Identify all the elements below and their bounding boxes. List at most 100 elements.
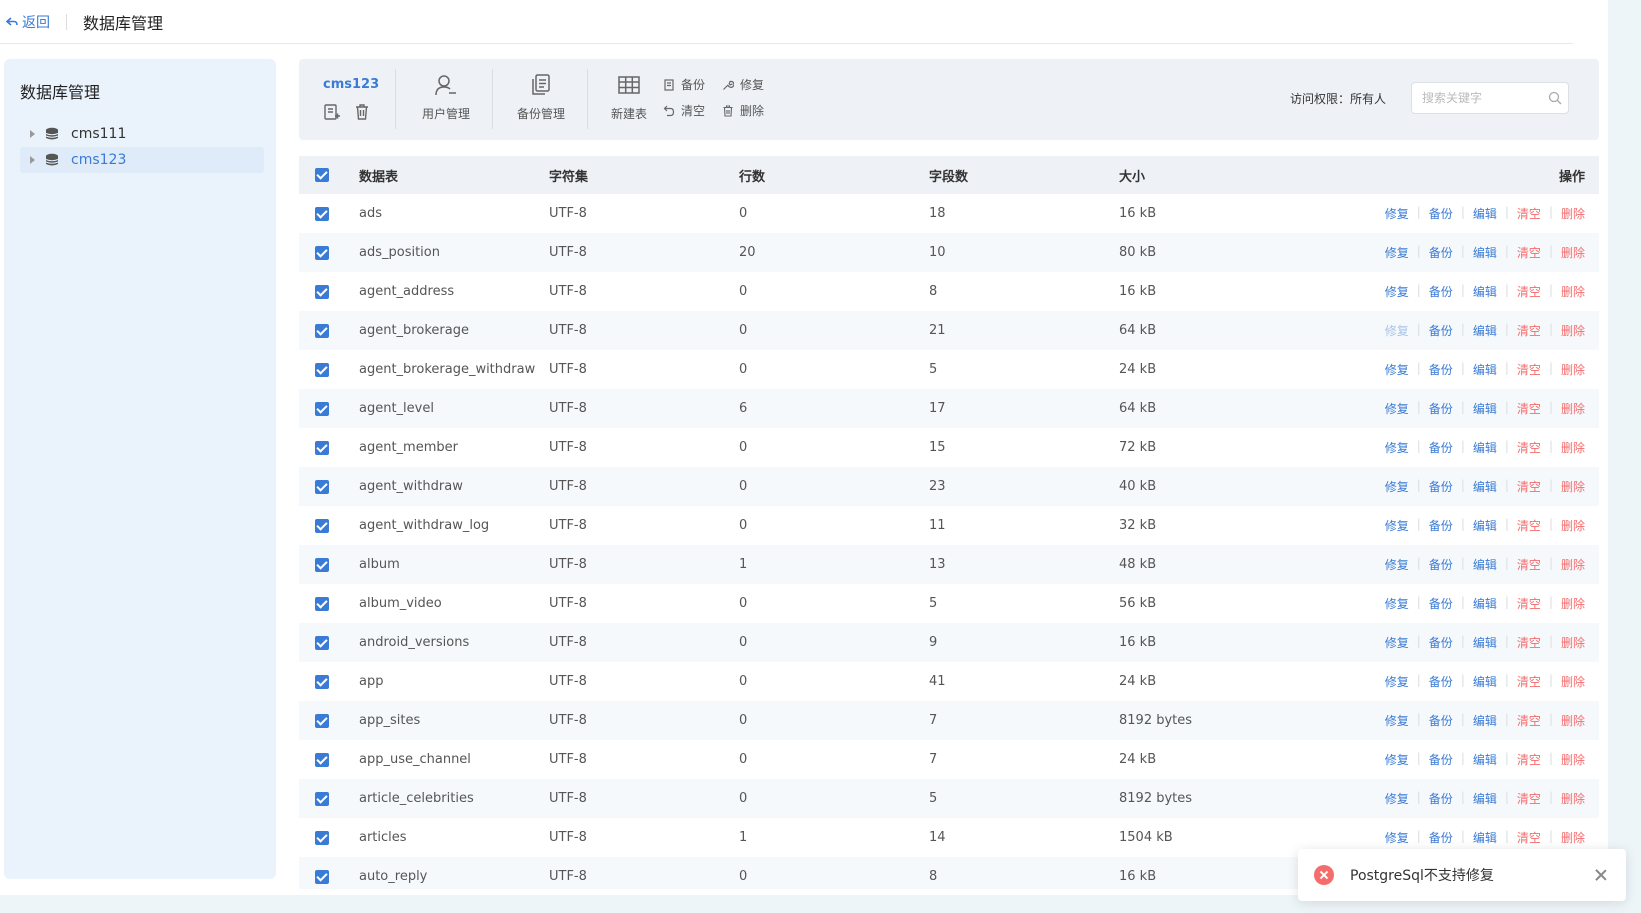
edit-link[interactable]: 编辑 — [1473, 790, 1497, 807]
clear-link[interactable]: 清空 — [1517, 478, 1541, 495]
expand-arrow-icon[interactable] — [30, 130, 35, 138]
clear-link[interactable]: 清空 — [1517, 673, 1541, 690]
backup-button[interactable]: 备份 — [663, 76, 705, 93]
clear-link[interactable]: 清空 — [1517, 790, 1541, 807]
backup-link[interactable]: 备份 — [1429, 595, 1453, 612]
row-checkbox[interactable] — [315, 713, 329, 728]
delete-link[interactable]: 删除 — [1561, 751, 1585, 768]
trash-icon[interactable] — [353, 103, 371, 121]
delete-link[interactable]: 删除 — [1561, 205, 1585, 222]
row-checkbox[interactable] — [315, 596, 329, 611]
delete-link[interactable]: 删除 — [1561, 673, 1585, 690]
row-checkbox[interactable] — [315, 674, 329, 689]
repair-link[interactable]: 修复 — [1385, 244, 1409, 261]
row-checkbox[interactable] — [315, 401, 329, 416]
delete-link[interactable]: 删除 — [1561, 790, 1585, 807]
clear-link[interactable]: 清空 — [1517, 361, 1541, 378]
clear-link[interactable]: 清空 — [1517, 829, 1541, 846]
row-checkbox[interactable] — [315, 245, 329, 260]
backup-link[interactable]: 备份 — [1429, 517, 1453, 534]
edit-link[interactable]: 编辑 — [1473, 400, 1497, 417]
delete-link[interactable]: 删除 — [1561, 712, 1585, 729]
backup-link[interactable]: 备份 — [1429, 244, 1453, 261]
repair-link[interactable]: 修复 — [1385, 790, 1409, 807]
edit-link[interactable]: 编辑 — [1473, 205, 1497, 222]
tree-item-cms123[interactable]: cms123 — [20, 147, 264, 173]
select-all-checkbox[interactable] — [315, 168, 329, 182]
add-table-icon[interactable] — [323, 103, 341, 121]
repair-link[interactable]: 修复 — [1385, 205, 1409, 222]
clear-link[interactable]: 清空 — [1517, 556, 1541, 573]
row-checkbox[interactable] — [315, 752, 329, 767]
backup-link[interactable]: 备份 — [1429, 400, 1453, 417]
edit-link[interactable]: 编辑 — [1473, 361, 1497, 378]
delete-link[interactable]: 删除 — [1561, 244, 1585, 261]
user-management-button[interactable]: 用户管理 — [422, 73, 470, 122]
back-button[interactable]: 返回 — [6, 12, 50, 32]
new-table-button[interactable]: 新建表 — [611, 73, 647, 122]
edit-link[interactable]: 编辑 — [1473, 751, 1497, 768]
row-checkbox[interactable] — [315, 323, 329, 338]
backup-link[interactable]: 备份 — [1429, 361, 1453, 378]
clear-link[interactable]: 清空 — [1517, 205, 1541, 222]
delete-link[interactable]: 删除 — [1561, 595, 1585, 612]
edit-link[interactable]: 编辑 — [1473, 829, 1497, 846]
clear-button[interactable]: 清空 — [663, 102, 705, 119]
delete-button[interactable]: 删除 — [722, 102, 764, 119]
edit-link[interactable]: 编辑 — [1473, 673, 1497, 690]
edit-link[interactable]: 编辑 — [1473, 595, 1497, 612]
row-checkbox[interactable] — [315, 557, 329, 572]
clear-link[interactable]: 清空 — [1517, 400, 1541, 417]
backup-link[interactable]: 备份 — [1429, 205, 1453, 222]
delete-link[interactable]: 删除 — [1561, 283, 1585, 300]
backup-link[interactable]: 备份 — [1429, 829, 1453, 846]
row-checkbox[interactable] — [315, 206, 329, 221]
clear-link[interactable]: 清空 — [1517, 283, 1541, 300]
backup-link[interactable]: 备份 — [1429, 322, 1453, 339]
row-checkbox[interactable] — [315, 362, 329, 377]
expand-arrow-icon[interactable] — [30, 156, 35, 164]
clear-link[interactable]: 清空 — [1517, 751, 1541, 768]
edit-link[interactable]: 编辑 — [1473, 283, 1497, 300]
search-input[interactable] — [1422, 91, 1542, 105]
edit-link[interactable]: 编辑 — [1473, 322, 1497, 339]
repair-link[interactable]: 修复 — [1385, 478, 1409, 495]
row-checkbox[interactable] — [315, 518, 329, 533]
edit-link[interactable]: 编辑 — [1473, 634, 1497, 651]
clear-link[interactable]: 清空 — [1517, 322, 1541, 339]
backup-link[interactable]: 备份 — [1429, 673, 1453, 690]
tree-item-cms111[interactable]: cms111 — [20, 121, 264, 147]
delete-link[interactable]: 删除 — [1561, 439, 1585, 456]
delete-link[interactable]: 删除 — [1561, 361, 1585, 378]
repair-link[interactable]: 修复 — [1385, 829, 1409, 846]
delete-link[interactable]: 删除 — [1561, 829, 1585, 846]
backup-link[interactable]: 备份 — [1429, 634, 1453, 651]
clear-link[interactable]: 清空 — [1517, 634, 1541, 651]
row-checkbox[interactable] — [315, 284, 329, 299]
repair-link[interactable]: 修复 — [1385, 439, 1409, 456]
backup-link[interactable]: 备份 — [1429, 712, 1453, 729]
delete-link[interactable]: 删除 — [1561, 556, 1585, 573]
row-checkbox[interactable] — [315, 791, 329, 806]
backup-link[interactable]: 备份 — [1429, 790, 1453, 807]
clear-link[interactable]: 清空 — [1517, 595, 1541, 612]
edit-link[interactable]: 编辑 — [1473, 517, 1497, 534]
delete-link[interactable]: 删除 — [1561, 478, 1585, 495]
edit-link[interactable]: 编辑 — [1473, 439, 1497, 456]
repair-link[interactable]: 修复 — [1385, 361, 1409, 378]
repair-link[interactable]: 修复 — [1385, 751, 1409, 768]
backup-link[interactable]: 备份 — [1429, 556, 1453, 573]
clear-link[interactable]: 清空 — [1517, 712, 1541, 729]
clear-link[interactable]: 清空 — [1517, 439, 1541, 456]
delete-link[interactable]: 删除 — [1561, 400, 1585, 417]
backup-management-button[interactable]: 备份管理 — [517, 73, 565, 122]
close-icon[interactable] — [1594, 868, 1608, 882]
repair-link[interactable]: 修复 — [1385, 673, 1409, 690]
clear-link[interactable]: 清空 — [1517, 244, 1541, 261]
edit-link[interactable]: 编辑 — [1473, 712, 1497, 729]
repair-link[interactable]: 修复 — [1385, 283, 1409, 300]
repair-link[interactable]: 修复 — [1385, 400, 1409, 417]
repair-link[interactable]: 修复 — [1385, 322, 1409, 339]
repair-link[interactable]: 修复 — [1385, 517, 1409, 534]
search-box[interactable] — [1411, 82, 1569, 114]
